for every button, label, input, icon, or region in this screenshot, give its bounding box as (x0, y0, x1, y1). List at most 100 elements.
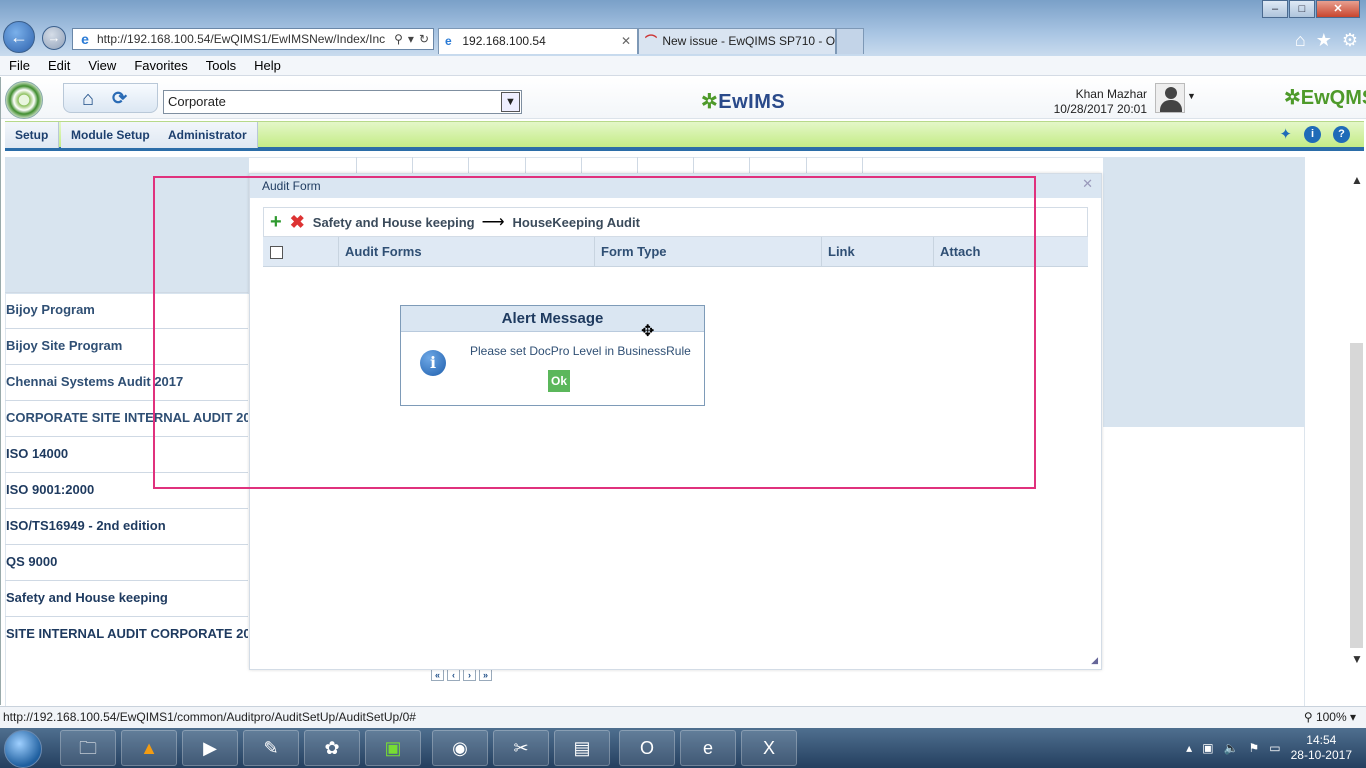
organization-select[interactable]: Corporate ▼ (163, 90, 522, 114)
network-icon[interactable]: ⚑ (1249, 741, 1260, 755)
module-nav-bar: Setup Module Setup Administrator ✦ i ? (5, 121, 1364, 151)
select-all-checkbox[interactable] (270, 246, 283, 259)
paint-icon[interactable]: ✿ (304, 730, 360, 766)
help-icon[interactable]: ? (1333, 126, 1350, 143)
close-icon[interactable]: ✕ (1082, 176, 1093, 192)
outlook-icon[interactable]: O (619, 730, 675, 766)
scroll-up-icon[interactable]: ▲ (1351, 173, 1363, 187)
nav-administrator[interactable]: Administrator (158, 122, 258, 148)
home-refresh-group: ⌂ ⟳ (63, 83, 158, 113)
clock-time: 14:54 (1306, 733, 1337, 747)
menu-favorites[interactable]: Favorites (125, 58, 196, 73)
user-datetime: 10/28/2017 20:01 (1053, 102, 1147, 116)
green-app-icon[interactable]: ▣ (365, 730, 421, 766)
list-item[interactable]: Bijoy Program (5, 292, 248, 328)
menu-file[interactable]: File (0, 58, 39, 73)
explorer-icon[interactable]: 🗀 (60, 730, 116, 766)
column-audit-forms[interactable]: Audit Forms (338, 237, 594, 267)
refresh-icon[interactable]: ↻ (419, 32, 429, 46)
back-button[interactable]: ← (3, 21, 35, 53)
volume-icon[interactable]: 🔈 (1224, 741, 1239, 755)
user-menu-caret-icon[interactable]: ▼ (1187, 91, 1196, 101)
address-bar[interactable]: e http://192.168.100.54/EwQIMS1/EwIMSNew… (72, 28, 434, 50)
column-attach[interactable]: Attach (933, 237, 1088, 267)
list-item[interactable]: Safety and House keeping (5, 580, 248, 616)
column-form-type[interactable]: Form Type (594, 237, 821, 267)
ok-button[interactable]: Ok (548, 370, 570, 392)
action-center-icon[interactable]: ▭ (1269, 741, 1280, 755)
app-frame: ⌂ ⟳ Corporate ▼ ✲EwIMS Khan Mazhar 10/28… (0, 77, 1366, 761)
menu-edit[interactable]: Edit (39, 58, 79, 73)
delete-icon[interactable]: ✖ (290, 212, 305, 232)
redmine-tab-icon: ⌒ (645, 34, 658, 48)
favorites-star-icon[interactable]: ★ (1316, 30, 1332, 51)
maximize-button[interactable]: □ (1289, 0, 1315, 18)
menu-help[interactable]: Help (245, 58, 290, 73)
pin-icon[interactable]: ✦ (1279, 126, 1292, 143)
notes-icon[interactable]: ▤ (554, 730, 610, 766)
tab-new-issue[interactable]: ⌒ New issue - EwQIMS SP710 - O... (638, 28, 836, 54)
start-button[interactable] (4, 730, 42, 768)
chart-app-icon[interactable]: ✎ (243, 730, 299, 766)
settings-gear-icon[interactable]: ⚙ (1342, 30, 1358, 51)
pager-next-button[interactable]: › (463, 669, 476, 681)
scroll-down-icon[interactable]: ▼ (1351, 652, 1363, 666)
tray-app-icon[interactable]: ▣ (1202, 741, 1213, 755)
resize-grip-icon[interactable]: ◢ (1091, 655, 1098, 666)
list-item[interactable]: Bijoy Site Program (5, 328, 248, 364)
address-url[interactable]: http://192.168.100.54/EwQIMS1/EwIMSNew/I… (97, 32, 390, 46)
home-icon[interactable]: ⌂ (1295, 30, 1306, 51)
vertical-scrollbar[interactable]: ▲ ▼ (1349, 167, 1365, 672)
nav-module-setup[interactable]: Module Setup (61, 122, 161, 148)
close-tab-icon[interactable]: ✕ (621, 29, 631, 53)
right-panel (1103, 157, 1305, 427)
minimize-button[interactable]: – (1262, 0, 1288, 18)
add-icon[interactable]: + (270, 212, 282, 232)
home-icon[interactable]: ⌂ (82, 88, 94, 111)
new-tab-button[interactable] (836, 28, 864, 54)
search-icon[interactable]: ⚲ (394, 32, 403, 46)
ewqms-logo: ✲EwQMS (1284, 85, 1366, 110)
chrome-icon[interactable]: ◉ (432, 730, 488, 766)
list-item[interactable]: CORPORATE SITE INTERNAL AUDIT 2017 (5, 400, 248, 436)
ewqms-logo-text: EwQMS (1300, 87, 1366, 109)
info-icon[interactable]: i (1304, 126, 1321, 143)
browser-status-bar: http://192.168.100.54/EwQIMS1/common/Aud… (0, 706, 1366, 728)
pager-first-button[interactable]: « (431, 669, 444, 681)
pager-last-button[interactable]: » (479, 669, 492, 681)
list-item[interactable]: ISO/TS16949 - 2nd edition (5, 508, 248, 544)
window-controls: – □ ✕ (1261, 0, 1360, 18)
refresh-icon[interactable]: ⟳ (112, 88, 127, 109)
pager-prev-button[interactable]: ‹ (447, 669, 460, 681)
list-item[interactable]: ISO 9001:2000 (5, 472, 248, 508)
clock[interactable]: 14:54 28-10-2017 (1291, 733, 1352, 763)
vlc-icon[interactable]: ▲ (121, 730, 177, 766)
breadcrumb-child: HouseKeeping Audit (512, 214, 640, 230)
close-window-button[interactable]: ✕ (1316, 0, 1360, 18)
list-item[interactable]: ISO 14000 (5, 436, 248, 472)
alert-title[interactable]: Alert Message (401, 306, 704, 332)
avatar[interactable] (1155, 83, 1185, 113)
list-item[interactable]: Chennai Systems Audit 2017 (5, 364, 248, 400)
app-logo[interactable] (5, 81, 43, 119)
chevron-down-icon[interactable]: ▼ (501, 92, 520, 112)
nav-setup[interactable]: Setup (5, 122, 60, 148)
scroll-thumb[interactable] (1350, 343, 1363, 648)
list-item[interactable]: QS 9000 (5, 544, 248, 580)
snipping-tool-icon[interactable]: ✂ (493, 730, 549, 766)
dropdown-arrow-icon[interactable]: ▾ (408, 32, 414, 46)
excel-icon[interactable]: X (741, 730, 797, 766)
zoom-level[interactable]: ⚲ 100% ▾ (1304, 707, 1356, 728)
menu-tools[interactable]: Tools (197, 58, 245, 73)
audit-form-title: Audit Form (250, 174, 1101, 198)
ie-page-icon: e (81, 31, 89, 47)
forward-button[interactable]: → (42, 26, 66, 50)
internet-explorer-icon[interactable]: e (680, 730, 736, 766)
tray-expand-icon[interactable]: ▴ (1186, 741, 1192, 755)
tab-current[interactable]: e 192.168.100.54 ✕ (438, 28, 638, 54)
media-player-icon[interactable]: ▶ (182, 730, 238, 766)
tab-label: 192.168.100.54 (462, 34, 546, 48)
list-item[interactable]: SITE INTERNAL AUDIT CORPORATE 2017 (5, 616, 248, 652)
column-link[interactable]: Link (821, 237, 933, 267)
menu-view[interactable]: View (79, 58, 125, 73)
